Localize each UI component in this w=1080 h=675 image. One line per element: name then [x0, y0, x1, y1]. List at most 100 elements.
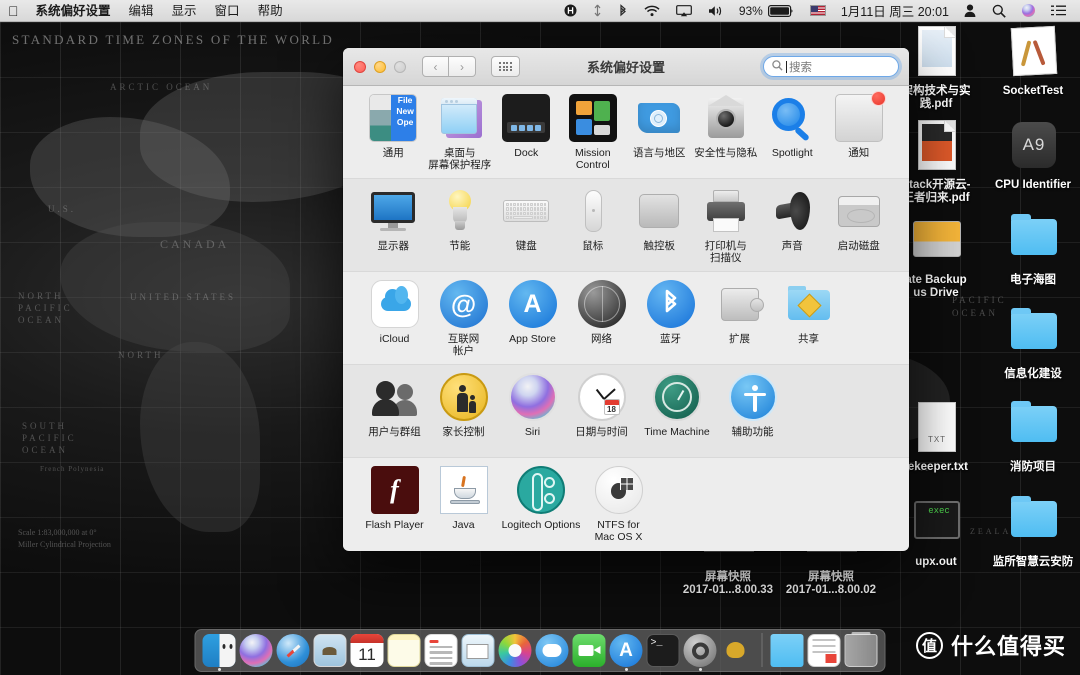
dock-item-reminders[interactable] — [424, 634, 458, 667]
pref-label: App Store — [509, 333, 556, 345]
back-button[interactable]: ‹ — [422, 56, 449, 77]
pref-label: 家长控制 — [442, 426, 485, 438]
search-icon — [772, 59, 783, 74]
dock-item-trash[interactable] — [844, 632, 878, 667]
pref-item-security-privacy[interactable]: 安全性与隐私 — [693, 94, 760, 172]
pref-item-internet-accounts[interactable]: @ 互联网 帐户 — [429, 280, 498, 358]
dock-item-system-preferences[interactable] — [683, 634, 717, 671]
menu-item-help[interactable]: 帮助 — [249, 0, 292, 22]
pref-item-java[interactable]: Java — [429, 466, 498, 544]
dock-item-mail[interactable] — [461, 634, 495, 667]
pref-item-logitech-options[interactable]: Logitech Options — [498, 466, 584, 544]
pref-label: iCloud — [379, 333, 410, 345]
dock-separator — [761, 633, 763, 667]
dock-item-messages[interactable] — [535, 634, 569, 667]
desktop-icon-sockettest[interactable]: SocketTest — [985, 24, 1080, 98]
pref-item-bluetooth[interactable]: 蓝牙 — [636, 280, 705, 358]
pref-item-energy-saver[interactable]: 节能 — [427, 187, 494, 265]
pref-item-language-region[interactable]: 语言与地区 — [626, 94, 693, 172]
pref-item-dock[interactable]: Dock — [493, 94, 560, 172]
menu-item-window[interactable]: 窗口 — [206, 0, 249, 22]
menu-item-view[interactable]: 显示 — [163, 0, 206, 22]
dock-item-safari[interactable] — [276, 634, 310, 667]
input-source-flag-icon[interactable] — [802, 0, 834, 22]
updown-arrows-icon[interactable] — [585, 0, 610, 22]
pref-item-extensions[interactable]: 扩展 — [705, 280, 774, 358]
siri-icon[interactable] — [1014, 0, 1043, 22]
dock-item-notes[interactable] — [387, 634, 421, 667]
map-label-north-pacific: NORTH PACIFIC OCEAN — [18, 291, 73, 325]
pref-item-accessibility[interactable]: 辅助功能 — [718, 373, 787, 451]
chip-app-icon: A9 — [1005, 118, 1061, 176]
menu-item-app-name[interactable]: 系统偏好设置 — [27, 0, 120, 22]
battery-icon[interactable] — [767, 0, 802, 22]
desktop-icon-label: SocketTest — [1002, 85, 1064, 97]
pref-item-startup-disk[interactable]: 启动磁盘 — [826, 187, 893, 265]
pref-item-date-time[interactable]: 18 日期与时间 — [567, 373, 636, 451]
bluetooth-icon[interactable] — [610, 0, 636, 22]
pref-item-desktop-screensaver[interactable]: 桌面与 屏幕保护程序 — [427, 94, 494, 172]
apple-menu-icon[interactable]:  — [0, 0, 27, 22]
pref-item-users-groups[interactable]: 用户与群组 — [360, 373, 429, 451]
pref-item-time-machine[interactable]: Time Machine — [636, 373, 718, 451]
pref-label: 蓝牙 — [660, 333, 681, 345]
user-icon[interactable] — [956, 0, 984, 22]
dock-item-finder[interactable] — [202, 634, 236, 671]
minimize-button[interactable] — [374, 60, 386, 73]
pref-item-general[interactable]: File New Ope 通用 — [360, 94, 427, 172]
pref-item-spotlight[interactable]: Spotlight — [759, 94, 826, 172]
dock-item-downloads-stack[interactable] — [770, 634, 804, 667]
airplay-icon[interactable] — [668, 0, 700, 22]
pref-item-mission-control[interactable]: Mission Control — [560, 94, 627, 172]
pref-item-trackpad[interactable]: 触控板 — [626, 187, 693, 265]
pref-label: Siri — [524, 426, 541, 438]
search-input[interactable]: 搜索 — [763, 56, 899, 77]
search-icon[interactable] — [984, 0, 1014, 22]
desktop-icon-folder-fire[interactable]: 消防项目 — [985, 400, 1080, 474]
pref-item-icloud[interactable]: iCloud — [360, 280, 429, 358]
dock-item-photos[interactable] — [498, 634, 532, 667]
volume-icon[interactable] — [700, 0, 731, 22]
dock-item-terminal[interactable]: >_ — [646, 634, 680, 667]
bluetooth-icon — [646, 280, 695, 328]
pref-item-notifications[interactable]: 通知 — [826, 91, 893, 172]
desktop-icon-label: 架构技术与实 践.pdf — [901, 85, 971, 110]
pref-item-app-store[interactable]: A App Store — [498, 280, 567, 358]
pref-item-printers-scanners[interactable]: 打印机与 扫描仪 — [693, 187, 760, 265]
ntfs-mac-icon — [594, 466, 643, 514]
folder-icon — [1005, 307, 1061, 365]
pref-item-ntfs-mac[interactable]: NTFS for Mac OS X — [584, 466, 653, 544]
desktop-icon-cpu-identifier[interactable]: A9 CPU Identifier — [985, 118, 1080, 192]
close-button[interactable] — [354, 60, 366, 73]
wifi-icon[interactable] — [636, 0, 668, 22]
show-all-grid-button[interactable] — [491, 56, 520, 77]
pref-label: 通用 — [382, 147, 404, 159]
pref-item-keyboard[interactable]: 键盘 — [493, 187, 560, 265]
forward-button[interactable]: › — [449, 56, 476, 77]
pref-item-network[interactable]: 网络 — [567, 280, 636, 358]
pref-item-siri[interactable]: Siri — [498, 373, 567, 451]
menu-item-edit[interactable]: 编辑 — [120, 0, 163, 22]
dock-item-app-store[interactable]: A — [609, 634, 643, 671]
notification-center-icon[interactable] — [1043, 0, 1074, 22]
dock-item-documents-stack[interactable] — [807, 634, 841, 667]
desktop-icon-folder-info[interactable]: 信息化建设 — [985, 307, 1080, 381]
dock-item-facetime[interactable] — [572, 634, 606, 667]
dock-item-siri[interactable] — [239, 634, 273, 667]
desktop-icon-folder-security[interactable]: 监所智慧云安防 — [985, 495, 1080, 569]
window-titlebar[interactable]: ‹ › 系统偏好设置 搜索 — [343, 48, 909, 86]
pref-item-sharing[interactable]: 共享 — [774, 280, 843, 358]
dock-item-ida[interactable] — [721, 634, 754, 667]
pref-label: 键盘 — [515, 240, 537, 252]
desktop-icon-label: CPU Identifier — [994, 179, 1072, 191]
hazel-icon[interactable] — [556, 0, 585, 22]
desktop-icon-folder-charts[interactable]: 电子海图 — [985, 213, 1080, 287]
pref-item-mouse[interactable]: 鼠标 — [560, 187, 627, 265]
menu-bar-clock[interactable]: 1月11日 周三 20:01 — [834, 1, 956, 20]
pref-item-sound[interactable]: 声音 — [759, 187, 826, 265]
pref-item-flash-player[interactable]: f Flash Player — [360, 466, 429, 544]
pref-item-displays[interactable]: 显示器 — [360, 187, 427, 265]
dock-item-calendar[interactable]: 11 — [350, 634, 384, 667]
dock-item-preview[interactable] — [313, 634, 347, 667]
pref-item-parental-controls[interactable]: 家长控制 — [429, 373, 498, 451]
